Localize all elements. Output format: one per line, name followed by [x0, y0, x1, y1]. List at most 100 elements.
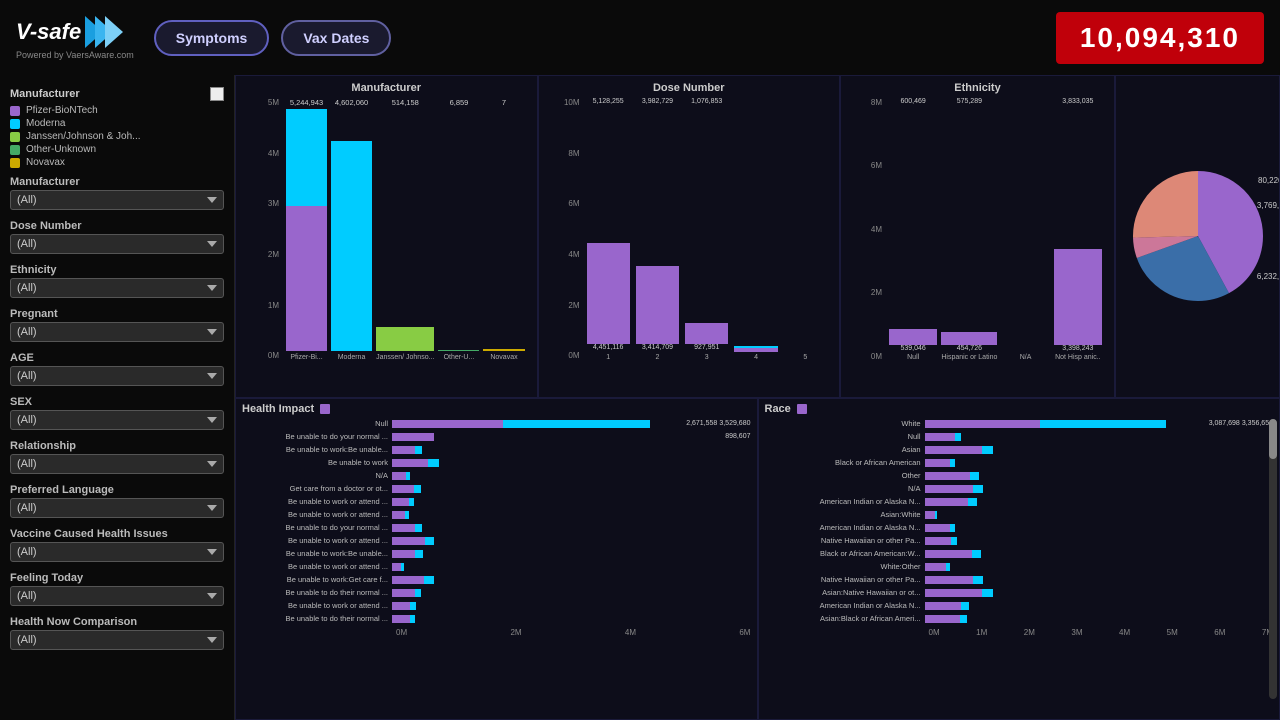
main-content: Manufacturer Pfizer-BioNTech Moderna Jan… — [0, 75, 1280, 720]
manufacturer-legend-title: Manufacturer — [10, 87, 224, 101]
health-row-1: Be unable to do your normal ... 898,607 — [242, 431, 751, 443]
race-title-row: Race — [765, 403, 1274, 415]
arrow3-icon — [105, 16, 123, 48]
logo: V-safe — [16, 16, 123, 48]
health-row-12: Be unable to work or attend ... — [242, 600, 751, 612]
white-purple — [925, 420, 1041, 428]
filter-label-dose-number: Dose Number — [10, 220, 224, 232]
health-filter-icon[interactable] — [320, 404, 330, 414]
legend-janssen: Janssen/Johnson & Joh... — [10, 131, 224, 142]
health-rows-container: Be unable to work:Be unable... Be unable… — [242, 444, 751, 625]
vax-dates-button[interactable]: Vax Dates — [281, 20, 391, 56]
health-row-null: Null 2,671,558 3,529,680 — [242, 418, 751, 430]
race-row-10: White:Other — [765, 561, 1274, 573]
pie-label-1: 80,226 — [1258, 176, 1280, 185]
race-seg-5 — [925, 498, 968, 506]
janssen-bar — [376, 327, 434, 350]
dose-bar-2: 3,982,729 3,414,709 2 — [636, 98, 679, 361]
white-teal — [1040, 420, 1166, 428]
race-scrollbar[interactable] — [1269, 419, 1277, 700]
dose-chart-title: Dose Number — [547, 82, 832, 94]
health-row-13: Be unable to do their normal ... — [242, 613, 751, 625]
health-x-axis: 0M 2M 4M 6M — [242, 628, 751, 637]
filter-select-relationship[interactable]: (All) — [10, 454, 224, 474]
race-scrollbar-thumb[interactable] — [1269, 419, 1277, 459]
filter-select-ethnicity[interactable]: (All) — [10, 278, 224, 298]
health-seg-3 — [392, 485, 414, 493]
race-seg-3 — [925, 472, 971, 480]
health-seg-7 — [392, 537, 425, 545]
race-row-1: Asian — [765, 444, 1274, 456]
filter-select-sex[interactable]: (All) — [10, 410, 224, 430]
health-row-5: Be unable to work or attend ... — [242, 509, 751, 521]
health-null-teal — [503, 420, 650, 428]
manufacturer-chart-title: Manufacturer — [244, 82, 529, 94]
counter-box: 10,094,310 — [1056, 12, 1264, 64]
header: V-safe Powered by VaersAware.com Symptom… — [0, 0, 1280, 75]
filter-select-pregnant[interactable]: (All) — [10, 322, 224, 342]
filter-select-health-now-comparison[interactable]: (All) — [10, 630, 224, 650]
health-seg-13 — [392, 615, 410, 623]
race-chart-title: Race — [765, 403, 791, 415]
legend-pfizer: Pfizer-BioNTech — [10, 105, 224, 116]
eth-nothispanic-bar: 3,833,035 3,398,243 Not Hisp anic.. — [1054, 98, 1102, 361]
filter-select-feeling-today[interactable]: (All) — [10, 586, 224, 606]
race-seg-11 — [925, 576, 974, 584]
health-row-1: Be unable to work — [242, 457, 751, 469]
filter-select-preferred-language[interactable]: (All) — [10, 498, 224, 518]
race-row-8: Native Hawaiian or other Pa... — [765, 535, 1274, 547]
race-row-13: American Indian or Alaska N... — [765, 600, 1274, 612]
race-seg-6 — [925, 511, 936, 519]
dose1-purple — [587, 243, 630, 344]
race-row-0: Null — [765, 431, 1274, 443]
pfizer-color — [10, 106, 20, 116]
sidebar: Manufacturer Pfizer-BioNTech Moderna Jan… — [0, 75, 235, 720]
filter-label-relationship: Relationship — [10, 440, 224, 452]
race-seg-14 — [925, 615, 961, 623]
health-seg-5 — [392, 511, 405, 519]
legend-other-unknown: Other-Unknown — [10, 144, 224, 155]
health-row-4: Be unable to work or attend ... — [242, 496, 751, 508]
pfizer-teal-bar — [286, 109, 327, 206]
filter-select-vaccine-caused-health-issues[interactable]: (All) — [10, 542, 224, 562]
health-seg-6 — [392, 524, 415, 532]
race-seg-9 — [925, 550, 972, 558]
health-seg-9 — [392, 563, 401, 571]
eth-na-bar: N/A — [1001, 98, 1049, 361]
mfr-bar-pfizer: 5,244,943 Pfizer-Bi... — [286, 98, 327, 361]
ethnicity-chart-title: Ethnicity — [849, 82, 1106, 94]
filter-label-feeling-today: Feeling Today — [10, 572, 224, 584]
eth-null-bar: 600,469 539,046 Null — [889, 98, 937, 361]
mfr-bar-novavax: 7 Novavax — [483, 98, 524, 361]
race-seg-12 — [925, 589, 982, 597]
race-row-12: Asian:Native Hawaiian or ot... — [765, 587, 1274, 599]
symptoms-button[interactable]: Symptoms — [154, 20, 270, 56]
filter-label-vaccine-caused-health-issues: Vaccine Caused Health Issues — [10, 528, 224, 540]
race-seg-4 — [925, 485, 974, 493]
health-seg-10 — [392, 576, 424, 584]
race-row-2: Black or African American — [765, 457, 1274, 469]
race-filter-icon[interactable] — [797, 404, 807, 414]
legend-moderna: Moderna — [10, 118, 224, 129]
health-row-6: Be unable to do your normal ... — [242, 522, 751, 534]
health-row-10: Be unable to work:Get care f... — [242, 574, 751, 586]
health-chart-title: Health Impact — [242, 403, 314, 415]
filter-label-pregnant: Pregnant — [10, 308, 224, 320]
filters-container: Manufacturer(All)Dose Number(All)Ethnici… — [10, 176, 224, 652]
health-seg-8 — [392, 550, 415, 558]
pfizer-purple-bar — [286, 206, 327, 351]
dose-bars: 5,128,255 4,451,116 1 — [585, 98, 828, 361]
health-row-7: Be unable to work or attend ... — [242, 535, 751, 547]
powered-by-text: Powered by VaersAware.com — [16, 50, 134, 60]
other-unknown-color — [10, 145, 20, 155]
dose-bar-3: 1,076,853 927,951 3 — [685, 98, 728, 361]
filter-select-manufacturer[interactable]: (All) — [10, 190, 224, 210]
dose-y-axis: 0M 2M 4M 6M 8M 10M — [547, 98, 583, 361]
filter-select-age[interactable]: (All) — [10, 366, 224, 386]
filter-label-age: AGE — [10, 352, 224, 364]
ethnicity-pie-chart: 80,226 3,769,133 6,232,919 — [1115, 75, 1280, 398]
race-row-6: Asian:White — [765, 509, 1274, 521]
novavax-bar — [483, 349, 524, 351]
filter-select-dose-number[interactable]: (All) — [10, 234, 224, 254]
select-all-checkbox[interactable] — [210, 87, 224, 101]
